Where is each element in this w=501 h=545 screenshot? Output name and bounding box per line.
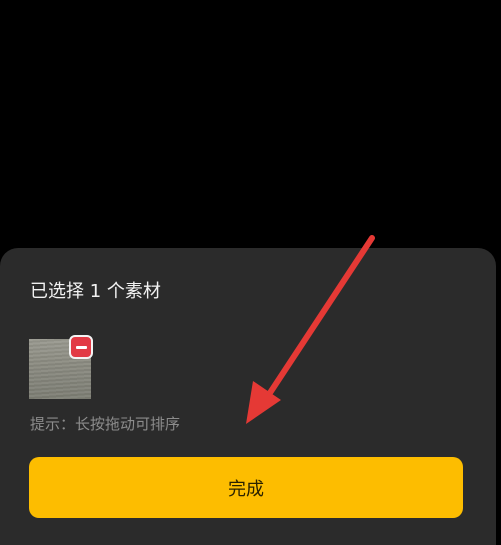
sort-hint: 提示：长按拖动可排序 <box>30 415 181 433</box>
done-button[interactable]: 完成 <box>29 457 463 518</box>
selected-item[interactable] <box>29 335 93 399</box>
remove-item-button[interactable] <box>69 335 93 359</box>
screen: 已选择 1 个素材 提示：长按拖动可排序 完成 <box>0 0 501 545</box>
minus-icon <box>75 345 87 349</box>
done-button-label: 完成 <box>228 478 264 500</box>
selection-title: 已选择 1 个素材 <box>30 281 161 302</box>
